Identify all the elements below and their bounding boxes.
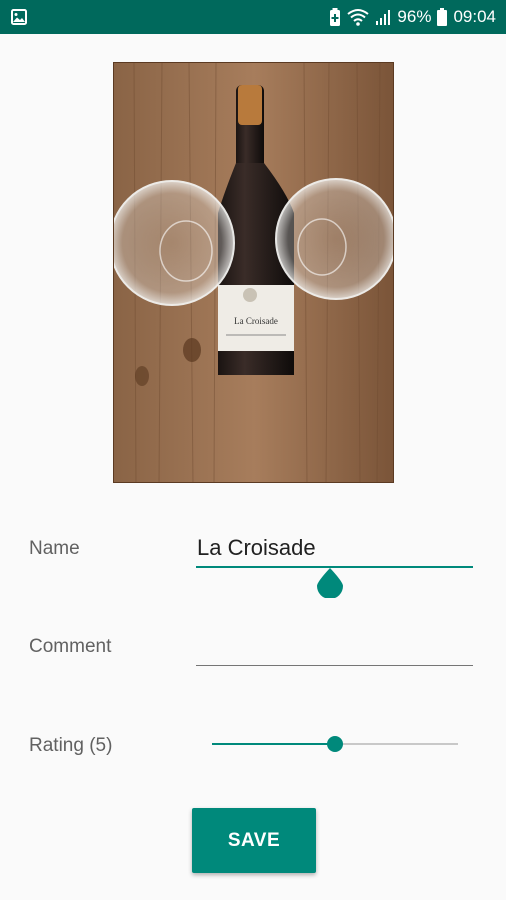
status-bar: 96% 09:04	[0, 0, 506, 34]
slider-thumb[interactable]	[327, 736, 343, 752]
slider-fill	[212, 743, 335, 745]
image-notification-icon	[11, 9, 27, 30]
name-label: Name	[29, 538, 80, 559]
clock: 09:04	[453, 7, 496, 26]
comment-input[interactable]	[196, 632, 473, 666]
rating-slider[interactable]	[212, 734, 458, 754]
comment-label: Comment	[29, 636, 112, 657]
bottle-label-text: La Croisade	[234, 316, 278, 326]
save-button[interactable]: SAVE	[192, 808, 316, 873]
name-input[interactable]: La Croisade	[196, 532, 473, 568]
battery-saver-icon	[329, 8, 341, 26]
text-cursor-handle[interactable]	[315, 566, 345, 599]
battery-percent: 96%	[397, 7, 432, 26]
signal-icon	[375, 9, 391, 25]
rating-label: Rating (5)	[29, 735, 113, 756]
wifi-icon	[347, 8, 370, 26]
wine-photo[interactable]: La Croisade	[113, 62, 394, 483]
battery-icon	[437, 8, 448, 26]
